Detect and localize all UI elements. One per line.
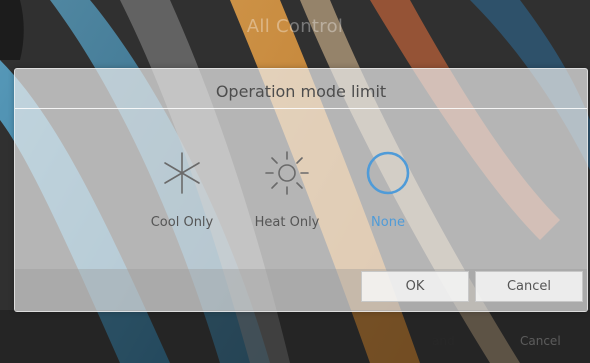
ring-icon [366, 151, 410, 195]
underlay-button-label: and [432, 334, 455, 348]
sun-icon [265, 151, 309, 195]
mode-option-cool-only[interactable]: Cool Only [137, 147, 227, 230]
cancel-button[interactable]: Cancel [475, 271, 583, 302]
underlay-cancel-label: Cancel [520, 334, 561, 348]
mode-option-none[interactable]: None [343, 147, 433, 230]
underlay-toolbar [0, 310, 590, 363]
mode-label-heat-only: Heat Only [254, 215, 320, 230]
operation-mode-limit-dialog: Operation mode limit Cool Only Heat Only… [14, 68, 588, 312]
dialog-divider [15, 108, 587, 109]
ok-button[interactable]: OK [361, 271, 469, 302]
screen-title: All Control [246, 16, 344, 37]
snowflake-icon [164, 152, 200, 194]
mode-label-cool-only: Cool Only [150, 215, 214, 230]
mode-option-heat-only[interactable]: Heat Only [242, 147, 332, 230]
dialog-title: Operation mode limit [215, 82, 387, 101]
mode-label-none: None [371, 215, 405, 230]
